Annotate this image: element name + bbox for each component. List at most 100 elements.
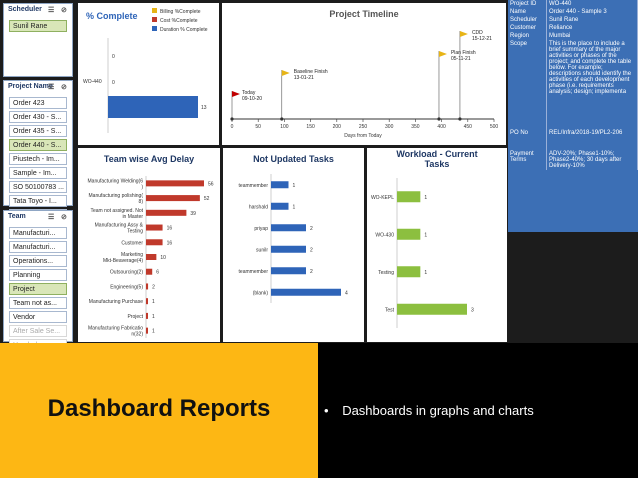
multi-select-icon[interactable]: ☰ (48, 6, 54, 14)
project-info-panel: Project ID WO-440 Name Order 440 - Sample 3… (508, 0, 638, 232)
info-label: Name (508, 8, 547, 16)
category-label: WO-440 (83, 79, 102, 85)
info-label: Payment Terms (508, 137, 547, 170)
legend-label: Cost %Complete (160, 18, 198, 24)
slicer-title: Team (8, 213, 26, 220)
info-value: Mumbai (546, 32, 638, 40)
slicer-item[interactable]: Vendor (9, 311, 67, 323)
slicer-item[interactable]: Tata Toyo - I... (9, 195, 67, 207)
slicer-item[interactable]: Manufacturi... (9, 241, 67, 253)
scheduler-slicer[interactable]: Scheduler ☰ ⊘ Sunil Rane (3, 3, 73, 77)
chart-title: Project Timeline (329, 9, 398, 19)
category-label: priyap (254, 226, 268, 232)
project-name-slicer[interactable]: Project Name ☰ ⊘ Order 423 Order 430 - S.… (3, 80, 73, 221)
marker-date: 13-01-21 (294, 75, 314, 81)
flag-icon (438, 51, 447, 57)
bar (397, 266, 421, 278)
category-label: Manufacturing polishing( (89, 193, 144, 199)
category-label: Testing (378, 270, 394, 276)
bar (146, 239, 163, 246)
bar (146, 268, 153, 275)
category-label: WO-KEPL (371, 195, 394, 201)
legend-label: Billing %Complete (160, 9, 201, 15)
multi-select-icon[interactable]: ☰ (48, 213, 54, 221)
info-row: Region Mumbai (508, 32, 638, 40)
info-row: Scheduler Sunil Rane (508, 16, 638, 24)
clear-filter-icon[interactable]: ⊘ (61, 213, 67, 221)
slicer-item[interactable]: After Sale Se... (9, 325, 67, 337)
slicer-header: Project Name ☰ ⊘ (4, 81, 72, 95)
workload-chart: Workload - Current Tasks 1 WO-KEPL 1 WO-430 1 T… (367, 148, 507, 342)
slicer-item[interactable]: Operations... (9, 255, 67, 267)
slide-bullet-area: • Dashboards in graphs and charts (318, 343, 638, 478)
team-slicer[interactable]: Team ☰ ⊘ Manufacturi... Manufacturi... Ope… (3, 210, 73, 351)
slicer-item[interactable]: Sample - Im... (9, 167, 67, 179)
team-avg-delay-chart: Team wise Avg Delay 56 Manufacturing Weldi… (78, 148, 220, 342)
data-label: 1 (152, 329, 155, 335)
info-row: Payment Terms ADV-20%; Phase1-10%; Phase2… (508, 137, 638, 170)
slicer-item[interactable]: Order 430 - S... (9, 111, 67, 123)
bar (146, 298, 148, 305)
x-tick-label: 400 (437, 124, 446, 130)
bar (146, 254, 157, 260)
legend-label: Duration % Complete (160, 27, 208, 33)
data-label: 3 (471, 307, 474, 313)
percent-complete-svg: % Complete Billing %Complete Cost %Complet… (83, 8, 208, 133)
x-tick-label: 300 (385, 124, 394, 130)
slide-title: Dashboard Reports (47, 395, 271, 422)
bar (146, 312, 148, 319)
category-label: Test (385, 307, 395, 313)
category-label: Mkt-Beaverage(4) (103, 258, 143, 264)
bar (271, 288, 341, 296)
category-label: Manufacturing Purchase (89, 299, 143, 305)
marker-date: 05-11-21 (451, 56, 471, 62)
slicer-item[interactable]: SO 50100783 ... (9, 181, 67, 193)
x-tick-label: 150 (306, 124, 315, 130)
slicer-item[interactable]: Sunil Rane (9, 20, 67, 32)
data-label: 6 (156, 270, 159, 276)
chart-title: Workload - Current (396, 149, 477, 159)
team-avg-delay-svg: Team wise Avg Delay 56 Manufacturing Weldi… (88, 154, 214, 338)
clear-filter-icon[interactable]: ⊘ (61, 6, 67, 14)
clear-filter-icon[interactable]: ⊘ (61, 83, 67, 91)
category-label: Engineering(5) (110, 284, 143, 290)
slicer-item[interactable]: Project (9, 283, 67, 295)
bar (397, 191, 421, 203)
info-value: REL/Infra/2018-19/PL2-206 (546, 96, 638, 137)
bar (146, 209, 187, 216)
marker-date: 15-12-21 (472, 36, 492, 42)
data-label: 1 (152, 299, 155, 305)
slicer-item[interactable]: Order 435 - S... (9, 125, 67, 137)
info-value: Order 440 - Sample 3 (546, 8, 638, 16)
bar (146, 327, 148, 334)
chart-title: % Complete (86, 11, 138, 21)
info-label: Scheduler (508, 16, 547, 24)
slicer-item[interactable]: Piustech - Im... (9, 153, 67, 165)
info-label: Scope (508, 40, 547, 96)
slicer-title: Scheduler (8, 6, 42, 13)
info-label: Project ID (508, 0, 547, 8)
data-label: 1 (424, 232, 427, 238)
dashboard-screenshot: Scheduler ☰ ⊘ Sunil Rane Project Name ☰ … (0, 0, 638, 351)
category-label: Project (127, 314, 143, 320)
x-tick-label: 450 (464, 124, 473, 130)
slicer-header: Team ☰ ⊘ (4, 211, 72, 225)
category-label: Manufacturing Welding(6 (88, 178, 144, 184)
bullet-text: Dashboards in graphs and charts (342, 403, 534, 418)
info-label: Region (508, 32, 547, 40)
not-updated-tasks-chart: Not Updated Tasks 1 teammember 1 harshald 2 pr… (223, 148, 364, 342)
marker-point (280, 117, 284, 121)
multi-select-icon[interactable]: ☰ (48, 83, 54, 91)
category-label: sunilr (256, 247, 268, 253)
slicer-item[interactable]: Manufacturi... (9, 227, 67, 239)
slicer-item[interactable]: Order 440 - S... (9, 139, 67, 151)
legend-swatch (152, 26, 157, 31)
slicer-item[interactable]: Planning (9, 269, 67, 281)
slide-bullet: • Dashboards in graphs and charts (324, 403, 534, 418)
data-label: 1 (293, 183, 296, 189)
info-row: Customer Reliance (508, 24, 638, 32)
slicer-item[interactable]: Order 423 (9, 97, 67, 109)
info-value: WO-440 (546, 0, 638, 8)
slicer-item[interactable]: Team not as... (9, 297, 67, 309)
info-row: Scope This is the place to include a brie… (508, 40, 638, 96)
